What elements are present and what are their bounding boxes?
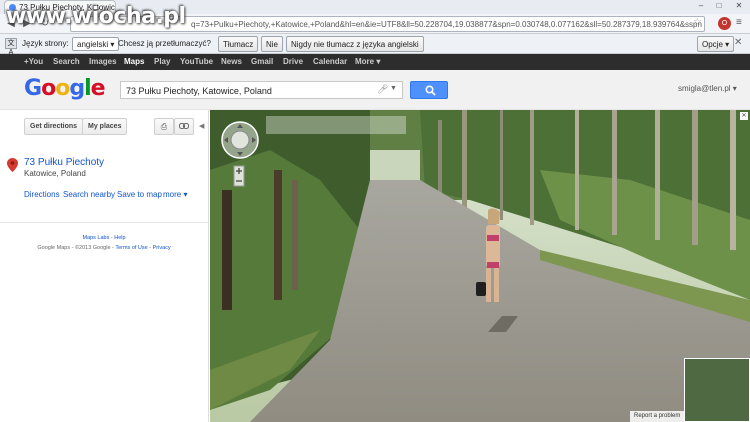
terms-link[interactable]: Terms of Use bbox=[115, 245, 147, 251]
my-places-button[interactable]: My places bbox=[82, 118, 128, 135]
print-icon[interactable]: ⎙ bbox=[154, 118, 174, 135]
minimize-button[interactable]: – bbox=[694, 0, 708, 12]
report-problem-link[interactable]: Report a problem bbox=[630, 411, 685, 422]
gbar-item-drive[interactable]: Drive bbox=[283, 57, 303, 66]
logo-letter: e bbox=[90, 76, 106, 101]
save-to-map-link[interactable]: Save to map bbox=[117, 190, 162, 199]
logo-letter: o bbox=[55, 76, 70, 101]
gbar-item-gmail[interactable]: Gmail bbox=[251, 57, 273, 66]
place-name-link[interactable]: 73 Pułku Piechoty bbox=[24, 157, 104, 168]
maps-header: Google 73 Pułku Piechoty, Katowice, Pola… bbox=[0, 70, 750, 110]
search-nearby-link[interactable]: Search nearby bbox=[63, 190, 115, 199]
copyright-text: Google Maps - ©2013 Google - bbox=[37, 245, 116, 251]
no-translate-button[interactable]: Nie bbox=[261, 36, 284, 52]
never-translate-button[interactable]: Nigdy nie tłumacz z języka angielski bbox=[286, 36, 424, 52]
translate-bar: 文A Język strony: angielski ▾ Chcesz ją p… bbox=[0, 34, 750, 56]
maps-labs-link[interactable]: Maps Labs bbox=[82, 235, 109, 241]
panel-divider bbox=[0, 222, 208, 223]
google-bar: +You Search Images Maps Play YouTube New… bbox=[0, 54, 750, 70]
gbar-item-you[interactable]: +You bbox=[24, 57, 43, 66]
close-translate-icon[interactable]: ✕ bbox=[734, 37, 742, 48]
fullscreen-close-icon[interactable]: ✕ bbox=[740, 112, 748, 120]
privacy-link[interactable]: Privacy bbox=[153, 245, 171, 251]
translate-question: Chcesz ją przetłumaczyć? bbox=[118, 39, 211, 48]
gbar-item-play[interactable]: Play bbox=[154, 57, 170, 66]
directions-link[interactable]: Directions bbox=[24, 190, 60, 199]
gbar-item-youtube[interactable]: YouTube bbox=[180, 57, 213, 66]
bookmark-star-icon[interactable]: ☆ bbox=[693, 17, 702, 28]
panel-footer: Maps Labs - Help Google Maps - ©2013 Goo… bbox=[37, 235, 171, 251]
address-overlay bbox=[266, 116, 406, 134]
gbar-item-images[interactable]: Images bbox=[89, 57, 117, 66]
gbar-item-more[interactable]: More ▾ bbox=[355, 57, 380, 66]
street-view-panorama[interactable]: ✕ Report a problem bbox=[210, 110, 750, 422]
street-view-image bbox=[210, 110, 750, 422]
watermark: www.wiocha.pl bbox=[6, 4, 186, 29]
search-input[interactable]: 73 Pułku Piechoty, Katowice, Poland bbox=[120, 81, 403, 99]
google-logo[interactable]: Google bbox=[24, 76, 106, 101]
logo-letter: G bbox=[24, 76, 42, 101]
mini-map[interactable] bbox=[684, 358, 750, 422]
logo-letter: o bbox=[41, 76, 56, 101]
search-icon bbox=[425, 85, 436, 96]
gbar-item-search[interactable]: Search bbox=[53, 57, 80, 66]
search-button[interactable] bbox=[410, 81, 448, 99]
language-select[interactable]: angielski ▾ bbox=[72, 37, 120, 51]
collapse-panel-icon[interactable]: ◀ bbox=[199, 122, 204, 130]
get-directions-button[interactable]: Get directions bbox=[24, 118, 84, 135]
extension-icon[interactable]: O bbox=[718, 17, 731, 30]
gbar-item-calendar[interactable]: Calendar bbox=[313, 57, 347, 66]
page-language-label: Język strony: bbox=[22, 39, 69, 48]
microphone-icon[interactable]: 🎤︎ bbox=[377, 84, 388, 95]
translate-button[interactable]: Tłumacz bbox=[218, 36, 259, 52]
close-window-button[interactable]: ✕ bbox=[732, 0, 746, 12]
logo-letter: g bbox=[69, 76, 85, 101]
side-panel: Get directions My places ⎙ ◀ 73 Pułku Pi… bbox=[0, 110, 209, 422]
link-icon[interactable] bbox=[174, 118, 194, 135]
account-menu[interactable]: smigla@tlen.pl ▾ bbox=[678, 84, 737, 93]
maximize-button[interactable]: □ bbox=[712, 0, 726, 12]
translate-options-button[interactable]: Opcje ▾ bbox=[697, 36, 735, 52]
gbar-item-news[interactable]: News bbox=[221, 57, 242, 66]
search-options-dropdown-icon[interactable]: ▼ bbox=[390, 85, 397, 92]
gbar-item-maps[interactable]: Maps bbox=[124, 57, 144, 66]
translate-icon: 文A bbox=[5, 38, 17, 56]
place-subtitle: Katowice, Poland bbox=[24, 169, 86, 178]
more-actions-link[interactable]: more ▾ bbox=[163, 190, 187, 199]
place-marker-icon bbox=[7, 158, 18, 172]
help-link[interactable]: Help bbox=[114, 235, 125, 241]
chrome-menu-icon[interactable]: ≡ bbox=[736, 17, 742, 28]
